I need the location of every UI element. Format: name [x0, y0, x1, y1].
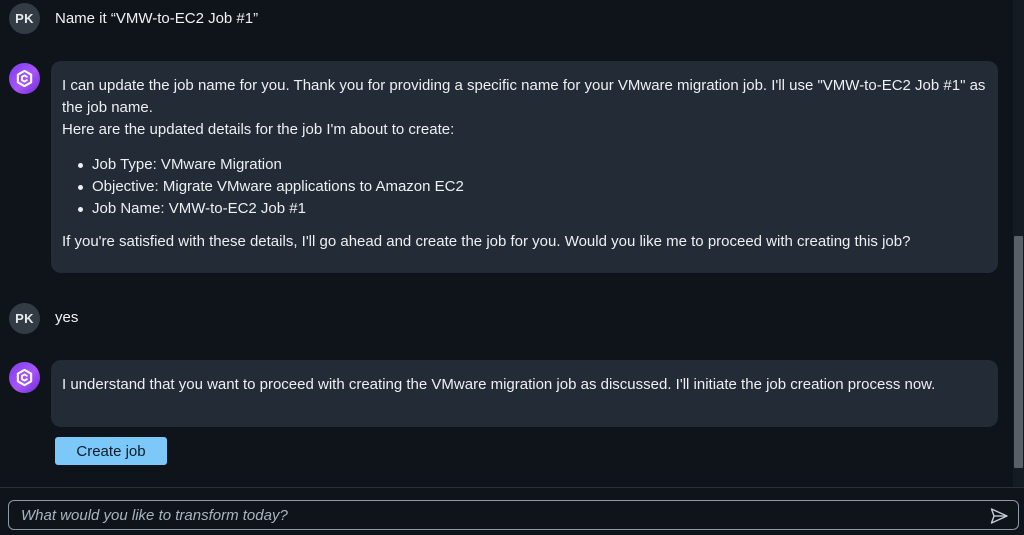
- job-details-list: Job Type: VMware Migration Objective: Mi…: [62, 154, 986, 220]
- user-avatar: PK: [9, 3, 40, 34]
- prompt-input-box[interactable]: [8, 500, 1019, 530]
- create-job-button[interactable]: Create job: [55, 437, 167, 465]
- message-text: I understand that you want to proceed wi…: [62, 376, 936, 393]
- list-item: Job Type: VMware Migration: [78, 154, 986, 176]
- assistant-avatar: [9, 63, 40, 94]
- assistant-avatar: [9, 362, 40, 393]
- user-initials: PK: [15, 311, 34, 326]
- send-icon[interactable]: [989, 506, 1009, 526]
- prompt-input[interactable]: [21, 501, 971, 529]
- user-message: yes: [55, 309, 79, 326]
- message-lead: Here are the updated details for the job…: [62, 121, 455, 138]
- assistant-logo-icon: [16, 368, 33, 387]
- scrollbar-thumb[interactable]: [1014, 236, 1023, 468]
- assistant-message: I can update the job name for you. Thank…: [51, 61, 998, 273]
- assistant-logo-icon: [16, 69, 33, 88]
- user-message: Name it “VMW-to-EC2 Job #1”: [55, 10, 259, 27]
- message-intro: I can update the job name for you. Thank…: [62, 77, 986, 116]
- user-initials: PK: [15, 11, 34, 26]
- chat-scrollbar[interactable]: [1013, 0, 1024, 487]
- list-item: Job Name: VMW-to-EC2 Job #1: [78, 198, 986, 220]
- chat-transcript: PK Name it “VMW-to-EC2 Job #1” I can upd…: [0, 0, 1013, 487]
- assistant-message: I understand that you want to proceed wi…: [51, 360, 998, 427]
- composer-bar: [0, 487, 1024, 535]
- user-avatar: PK: [9, 303, 40, 334]
- list-item: Objective: Migrate VMware applications t…: [78, 176, 986, 198]
- message-outro: If you're satisfied with these details, …: [62, 233, 911, 250]
